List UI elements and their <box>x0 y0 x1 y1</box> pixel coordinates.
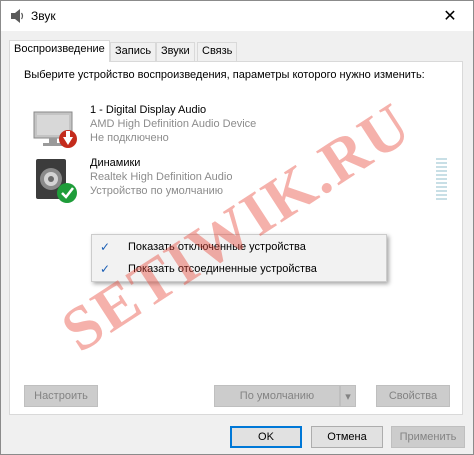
green-checkmark-badge <box>57 183 77 203</box>
red-down-arrow-badge <box>59 130 77 148</box>
properties-button[interactable]: Свойства <box>376 385 450 407</box>
title-bar[interactable]: Звук ✕ <box>1 1 473 31</box>
device-item-speakers[interactable]: Динамики Realtek High Definition Audio У… <box>32 157 432 213</box>
tab-recording[interactable]: Запись <box>110 42 157 61</box>
configure-button[interactable]: Настроить <box>24 385 98 407</box>
context-menu: ✓ Показать отключенные устройства ✓ Пока… <box>91 234 387 282</box>
device-driver: Realtek High Definition Audio <box>90 171 233 183</box>
window-title: Звук <box>31 9 56 23</box>
apply-button[interactable]: Применить <box>391 426 465 448</box>
cancel-button[interactable]: Отмена <box>311 426 383 448</box>
ok-button[interactable]: OK <box>230 426 302 448</box>
tab-communications[interactable]: Связь <box>197 42 238 61</box>
device-name: 1 - Digital Display Audio <box>90 104 207 116</box>
set-default-button[interactable]: По умолчанию <box>214 385 340 407</box>
speaker-icon <box>36 159 77 203</box>
device-driver: AMD High Definition Audio Device <box>90 118 257 130</box>
close-button[interactable]: ✕ <box>427 1 473 31</box>
menu-item-label: Показать отключенные устройства <box>128 241 306 253</box>
device-status: Не подключено <box>90 132 169 144</box>
panel-description: Выберите устройство воспроизведения, пар… <box>24 69 425 81</box>
speaker-icon <box>11 9 24 23</box>
chevron-down-icon: ▾ <box>345 390 351 403</box>
menu-item-show-disconnected[interactable]: ✓ Показать отсоединенные устройства <box>92 259 386 281</box>
sound-dialog: Звук ✕ Воспроизведение Запись Звуки Связ… <box>0 0 474 455</box>
device-name: Динамики <box>90 157 141 169</box>
menu-item-show-disabled[interactable]: ✓ Показать отключенные устройства <box>92 237 386 259</box>
close-icon: ✕ <box>443 8 457 25</box>
device-item-digital-display[interactable]: 1 - Digital Display Audio AMD High Defin… <box>32 104 432 160</box>
tab-sounds[interactable]: Звуки <box>156 42 195 61</box>
monitor-icon <box>33 111 77 148</box>
checkmark-icon: ✓ <box>100 240 111 254</box>
tab-playback[interactable]: Воспроизведение <box>9 40 110 62</box>
checkmark-icon: ✓ <box>100 262 111 276</box>
volume-level-meter <box>436 158 447 202</box>
set-default-dropdown-button[interactable]: ▾ <box>340 385 356 407</box>
menu-item-label: Показать отсоединенные устройства <box>128 263 317 275</box>
device-status: Устройство по умолчанию <box>90 185 224 197</box>
